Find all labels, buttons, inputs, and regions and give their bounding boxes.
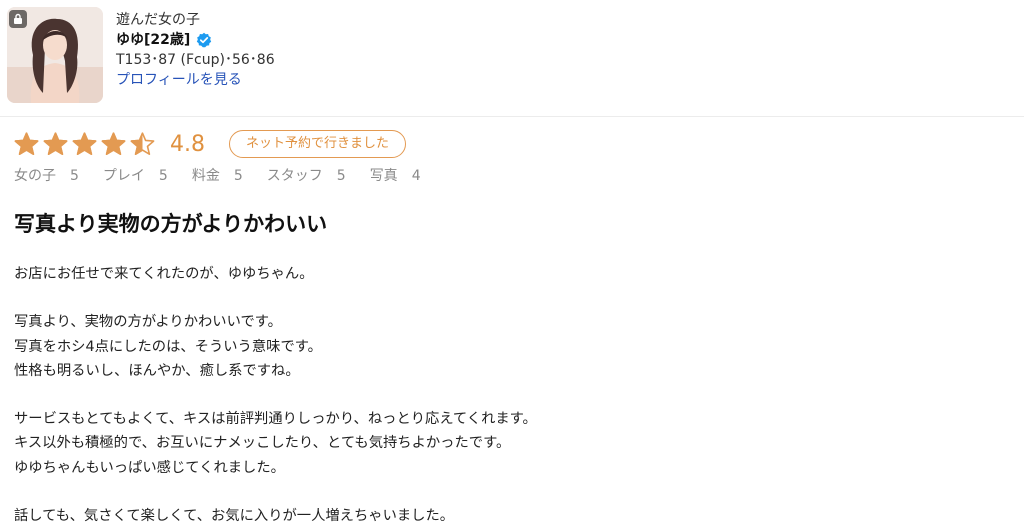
review-line: 写真をホシ4点にしたのは、そういう意味です。 (14, 338, 322, 355)
played-girl-label: 遊んだ女の子 (116, 12, 200, 28)
view-profile-link[interactable]: プロフィールを見る (116, 70, 275, 90)
breakdown-value: 5 (70, 168, 79, 184)
review-line: 性格も明るいし、ほんやか、癒し系ですね。 (14, 362, 300, 379)
rating-breakdown: 女の子 5 プレイ 5 料金 5 スタッフ 5 写真 4 (14, 165, 445, 185)
star-icon (101, 131, 126, 155)
profile-info: 遊んだ女の子 ゆゆ[22歳] T153･87 (Fcup)･56･86 プロフィ… (116, 10, 275, 90)
lock-icon (9, 10, 27, 28)
review-blank-line (14, 286, 1014, 310)
review-line: ゆゆちゃんもいっぱい感じてくれました。 (14, 459, 285, 476)
verified-badge-icon (196, 32, 212, 48)
net-booking-badge: ネット予約で行きました (229, 130, 407, 158)
review-line: お店にお任せで来てくれたのが、ゆゆちゃん。 (14, 266, 314, 282)
star-icon (130, 131, 155, 155)
profile-photo[interactable] (7, 7, 103, 103)
breakdown-item: 料金 5 (192, 165, 243, 185)
profile-header: 遊んだ女の子 ゆゆ[22歳] T153･87 (Fcup)･56･86 プロフィ… (0, 0, 1024, 117)
breakdown-value: 5 (233, 168, 243, 184)
star-icon (43, 131, 68, 155)
review-blank-line (14, 480, 1014, 504)
rating-row: 4.8 ネット予約で行きました (14, 128, 407, 160)
breakdown-label: 料金 (191, 168, 220, 184)
girl-measurements: T153･87 (Fcup)･56･86 (116, 52, 275, 68)
breakdown-label: スタッフ (266, 168, 323, 184)
breakdown-value: 5 (336, 168, 346, 184)
breakdown-item: プレイ 5 (103, 165, 168, 185)
breakdown-item: 写真 4 (370, 165, 421, 185)
breakdown-item: 女の子 5 (14, 165, 79, 185)
girl-name: ゆゆ[22歳] (116, 32, 191, 48)
star-icon (72, 131, 97, 155)
breakdown-value: 4 (411, 168, 421, 184)
review-line: サービスもとてもよくて、キスは前評判通りしっかり、ねっとり応えてくれます。 (14, 411, 537, 428)
review-line: 写真より、実物の方がよりかわいいです。 (14, 314, 282, 331)
review-line: キス以外も積極的で、お互いにナメッこしたり、とても気持ちよかったです。 (14, 435, 511, 452)
breakdown-label: 女の子 (14, 168, 56, 184)
review-line: 話しても、気さくて楽しくて、お気に入りが一人増えちゃいました。 (14, 507, 455, 524)
review-title: 写真より実物の方がよりかわいい (14, 212, 328, 236)
breakdown-value: 5 (158, 168, 168, 184)
review-blank-line (14, 383, 1014, 407)
star-icon (14, 131, 39, 155)
review-body: お店にお任せで来てくれたのが、ゆゆちゃん。 写真より、実物の方がよりかわいいです。… (14, 262, 1014, 528)
breakdown-label: プレイ (102, 168, 145, 184)
breakdown-item: スタッフ 5 (267, 165, 346, 185)
rating-score: 4.8 (170, 131, 205, 157)
girl-name-row: ゆゆ[22歳] (116, 30, 275, 50)
breakdown-label: 写真 (369, 168, 398, 184)
star-rating (14, 131, 155, 157)
